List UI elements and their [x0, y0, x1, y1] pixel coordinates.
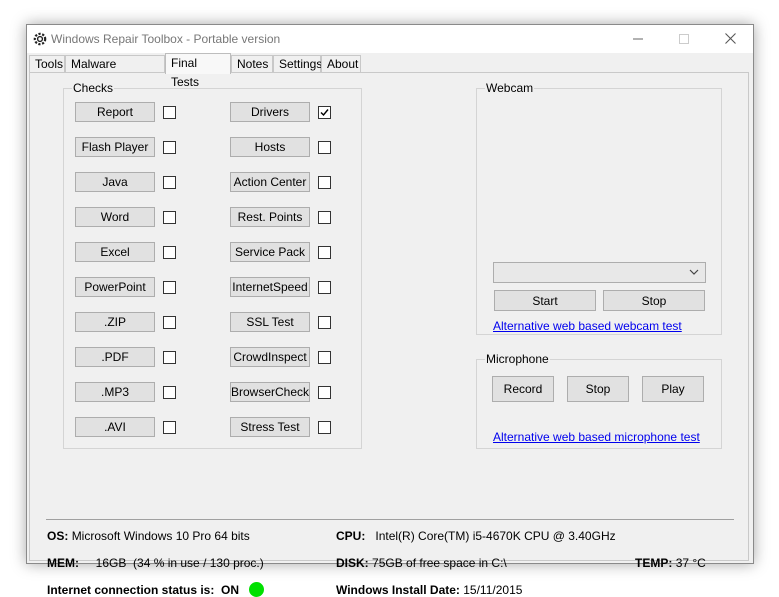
maximize-icon [679, 34, 689, 44]
tab-strip: Tools Malware Removal Final Tests Notes … [27, 53, 753, 89]
mic-play-button[interactable]: Play [642, 376, 704, 402]
tab-malware-removal[interactable]: Malware Removal [65, 55, 165, 88]
check-button-browsercheck[interactable]: BrowserCheck [230, 382, 310, 402]
checkbox-report[interactable] [163, 106, 176, 119]
cpu-info: CPU: Intel(R) Core(TM) i5-4670K CPU @ 3.… [336, 529, 616, 543]
temp-label: TEMP: [635, 556, 673, 570]
cpu-value: Intel(R) Core(TM) i5-4670K CPU @ 3.40GHz [375, 529, 616, 543]
check-button-flash-player[interactable]: Flash Player [75, 137, 155, 157]
os-label: OS: [47, 529, 69, 543]
webcam-start-button[interactable]: Start [494, 290, 596, 311]
gear-icon [33, 32, 47, 46]
checkbox-powerpoint[interactable] [163, 281, 176, 294]
close-icon [724, 33, 736, 44]
check-button-zip[interactable]: .ZIP [75, 312, 155, 332]
checkbox-hosts[interactable] [318, 141, 331, 154]
install-date-value: 15/11/2015 [463, 583, 523, 597]
os-value: Microsoft Windows 10 Pro 64 bits [71, 529, 250, 543]
webcam-device-select[interactable] [493, 262, 706, 283]
check-button-excel[interactable]: Excel [75, 242, 155, 262]
checkbox-word[interactable] [163, 211, 176, 224]
checkbox-internetspeed[interactable] [318, 281, 331, 294]
disk-label: DISK: [336, 556, 369, 570]
webcam-group: Webcam Start Stop Alternative web based … [476, 81, 722, 335]
microphone-group-label: Microphone [485, 352, 550, 366]
checks-group: Checks Report Flash Player Java Word Excel Po… [63, 81, 362, 449]
close-button[interactable] [707, 25, 753, 53]
checkbox-zip[interactable] [163, 316, 176, 329]
install-date-info: Windows Install Date: 15/11/2015 [336, 583, 522, 597]
maximize-button[interactable] [661, 25, 707, 53]
cpu-label: CPU: [336, 529, 366, 543]
checkbox-service-pack[interactable] [318, 246, 331, 259]
checks-group-label: Checks [72, 81, 115, 95]
check-button-avi[interactable]: .AVI [75, 417, 155, 437]
minimize-button[interactable] [615, 25, 661, 53]
window-title: Windows Repair Toolbox - Portable versio… [51, 32, 281, 46]
tab-notes[interactable]: Notes [231, 55, 273, 72]
final-tests-panel: Checks Report Flash Player Java Word Excel Po… [29, 72, 749, 597]
mic-alt-link[interactable]: Alternative web based microphone test [493, 430, 700, 444]
temp-info: TEMP: 37 °C [635, 556, 706, 570]
tab-tools[interactable]: Tools [29, 55, 65, 72]
check-button-word[interactable]: Word [75, 207, 155, 227]
check-button-internetspeed[interactable]: InternetSpeed [230, 277, 310, 297]
checkbox-drivers[interactable] [318, 106, 331, 119]
check-button-report[interactable]: Report [75, 102, 155, 122]
mic-stop-button[interactable]: Stop [567, 376, 629, 402]
checkbox-browsercheck[interactable] [318, 386, 331, 399]
check-button-drivers[interactable]: Drivers [230, 102, 310, 122]
internet-info: Internet connection status is: ON [47, 583, 239, 597]
webcam-stop-button[interactable]: Stop [603, 290, 705, 311]
checkmark-icon [320, 109, 329, 117]
check-button-rest-points[interactable]: Rest. Points [230, 207, 310, 227]
temp-value: 37 °C [675, 556, 706, 570]
check-button-ssl-test[interactable]: SSL Test [230, 312, 310, 332]
os-info: OS: Microsoft Windows 10 Pro 64 bits [47, 529, 250, 543]
check-button-hosts[interactable]: Hosts [230, 137, 310, 157]
checkbox-action-center[interactable] [318, 176, 331, 189]
check-button-pdf[interactable]: .PDF [75, 347, 155, 367]
title-bar[interactable]: Windows Repair Toolbox - Portable versio… [27, 25, 753, 53]
disk-value: 75GB of free space in C:\ [372, 556, 507, 570]
app-window: Windows Repair Toolbox - Portable versio… [26, 24, 754, 597]
mem-label: MEM: [47, 556, 79, 570]
tab-settings[interactable]: Settings [273, 55, 322, 72]
internet-label: Internet connection status is: [47, 583, 215, 597]
internet-value: ON [221, 583, 240, 597]
checkbox-java[interactable] [163, 176, 176, 189]
mic-record-button[interactable]: Record [492, 376, 554, 402]
tab-about[interactable]: About [321, 55, 361, 72]
checkbox-excel[interactable] [163, 246, 176, 259]
mem-value: 16GB (34 % in use / 130 proc.) [95, 556, 264, 570]
tab-final-tests[interactable]: Final Tests [165, 53, 231, 89]
check-button-action-center[interactable]: Action Center [230, 172, 310, 192]
info-separator [46, 519, 734, 520]
check-button-java[interactable]: Java [75, 172, 155, 192]
checkbox-stress-test[interactable] [318, 421, 331, 434]
install-date-label: Windows Install Date: [336, 583, 460, 597]
checkbox-flash-player[interactable] [163, 141, 176, 154]
microphone-group: Microphone Record Stop Play Alternative … [476, 352, 722, 449]
checkbox-avi[interactable] [163, 421, 176, 434]
check-button-mp3[interactable]: .MP3 [75, 382, 155, 402]
checkbox-rest-points[interactable] [318, 211, 331, 224]
checkbox-ssl-test[interactable] [318, 316, 331, 329]
chevron-down-icon [689, 269, 699, 275]
webcam-group-label: Webcam [485, 81, 535, 95]
checkbox-crowdinspect[interactable] [318, 351, 331, 364]
checkbox-mp3[interactable] [163, 386, 176, 399]
minimize-icon [633, 38, 643, 40]
webcam-alt-link[interactable]: Alternative web based webcam test [493, 319, 682, 333]
check-button-powerpoint[interactable]: PowerPoint [75, 277, 155, 297]
disk-info: DISK: 75GB of free space in C:\ [336, 556, 507, 570]
check-button-stress-test[interactable]: Stress Test [230, 417, 310, 437]
mem-info: MEM: 16GB (34 % in use / 130 proc.) [47, 556, 264, 570]
check-button-service-pack[interactable]: Service Pack [230, 242, 310, 262]
check-button-crowdinspect[interactable]: CrowdInspect [230, 347, 310, 367]
checkbox-pdf[interactable] [163, 351, 176, 364]
